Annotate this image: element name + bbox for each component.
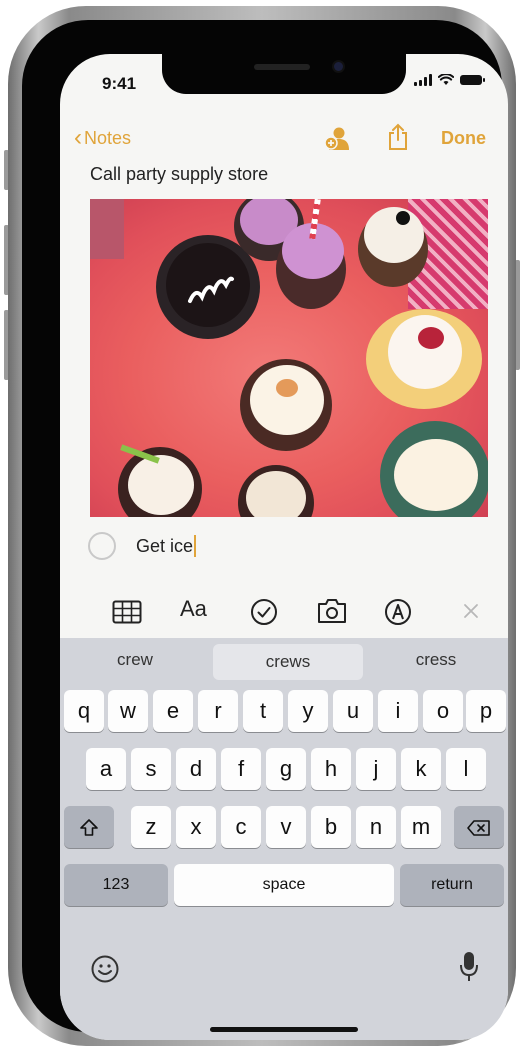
key-k[interactable]: k — [401, 748, 441, 790]
key-u[interactable]: u — [333, 690, 373, 732]
screen: 9:41 ‹ Notes Done Call party supply stor… — [60, 54, 508, 1040]
checklist-item-text[interactable]: Get ice — [136, 536, 193, 557]
cupcake-paper-icing — [388, 315, 462, 389]
key-i[interactable]: i — [378, 690, 418, 732]
phone-bezel: 9:41 ‹ Notes Done Call party supply stor… — [22, 20, 508, 1040]
key-z[interactable]: z — [131, 806, 171, 848]
shift-key[interactable] — [64, 806, 114, 848]
text-cursor — [194, 535, 197, 557]
notch — [162, 54, 406, 94]
note-text-line[interactable]: Call party supply store — [90, 164, 268, 185]
backspace-icon — [467, 820, 490, 836]
format-toolbar: Aa — [60, 590, 508, 634]
key-h[interactable]: h — [311, 748, 351, 790]
orange-sprinkles — [276, 379, 298, 397]
key-r[interactable]: r — [198, 690, 238, 732]
icing-squiggle — [188, 276, 234, 303]
key-q[interactable]: q — [64, 690, 104, 732]
close-icon[interactable] — [462, 602, 480, 620]
key-m[interactable]: m — [401, 806, 441, 848]
suggestion-crews[interactable]: crews — [213, 644, 363, 680]
space-key[interactable]: space — [174, 864, 394, 906]
home-indicator[interactable] — [210, 1027, 358, 1032]
phone-frame: 9:41 ‹ Notes Done Call party supply stor… — [8, 6, 516, 1046]
navigation-bar: ‹ Notes Done — [60, 122, 508, 160]
text-format-button[interactable]: Aa — [180, 596, 207, 622]
cupcake-bottom-left-icing — [128, 455, 194, 515]
shift-icon — [80, 819, 98, 836]
key-l[interactable]: l — [446, 748, 486, 790]
cupcake-bottom-right-icing — [394, 439, 478, 511]
key-y[interactable]: y — [288, 690, 328, 732]
candy-eyeball — [396, 211, 410, 225]
back-label: Notes — [84, 127, 132, 148]
cupcake-center-icing — [250, 365, 324, 435]
key-w[interactable]: w — [108, 690, 148, 732]
chevron-left-icon: ‹ — [74, 124, 82, 151]
key-t[interactable]: t — [243, 690, 283, 732]
status-time: 9:41 — [102, 74, 137, 93]
suggestion-crew[interactable]: crew — [60, 638, 210, 682]
key-j[interactable]: j — [356, 748, 396, 790]
done-button[interactable]: Done — [441, 128, 486, 149]
cellular-signal-icon — [414, 74, 432, 86]
key-d[interactable]: d — [176, 748, 216, 790]
key-x[interactable]: x — [176, 806, 216, 848]
key-f[interactable]: f — [221, 748, 261, 790]
key-p[interactable]: p — [466, 690, 506, 732]
cupcake-photo[interactable] — [90, 199, 488, 517]
key-b[interactable]: b — [311, 806, 351, 848]
checklist-circle-icon[interactable] — [88, 532, 116, 560]
key-s[interactable]: s — [131, 748, 171, 790]
tablecloth-left — [90, 199, 124, 259]
red-sprinkles — [418, 327, 444, 349]
key-a[interactable]: a — [86, 748, 126, 790]
key-n[interactable]: n — [356, 806, 396, 848]
checklist-item[interactable]: Get ice — [88, 532, 197, 560]
emoji-icon[interactable] — [90, 954, 120, 984]
status-icons — [414, 74, 485, 86]
front-camera — [334, 62, 343, 71]
numbers-key[interactable]: 123 — [64, 864, 168, 906]
cupcake-bottom-mid-icing — [246, 471, 306, 517]
battery-icon — [460, 75, 485, 85]
microphone-icon[interactable] — [458, 950, 480, 984]
key-v[interactable]: v — [266, 806, 306, 848]
back-button[interactable]: ‹ Notes — [74, 126, 131, 150]
markup-icon[interactable] — [384, 598, 412, 626]
key-o[interactable]: o — [423, 690, 463, 732]
predictive-bar: crew crews cress — [60, 638, 508, 682]
camera-icon[interactable] — [316, 598, 348, 624]
delete-key[interactable] — [454, 806, 504, 848]
key-c[interactable]: c — [221, 806, 261, 848]
speaker — [254, 64, 310, 70]
cupcake-vanilla-icing — [364, 207, 424, 263]
key-g[interactable]: g — [266, 748, 306, 790]
return-key[interactable]: return — [400, 864, 504, 906]
suggestion-cress[interactable]: cress — [364, 638, 508, 682]
key-e[interactable]: e — [153, 690, 193, 732]
wifi-icon — [438, 74, 454, 85]
share-note-icon[interactable] — [322, 124, 352, 154]
share-icon[interactable] — [386, 122, 410, 152]
table-icon[interactable] — [112, 600, 142, 624]
checklist-icon[interactable] — [250, 598, 278, 626]
keyboard: crew crews cress q w e r t y u i o p a s… — [60, 638, 508, 1040]
